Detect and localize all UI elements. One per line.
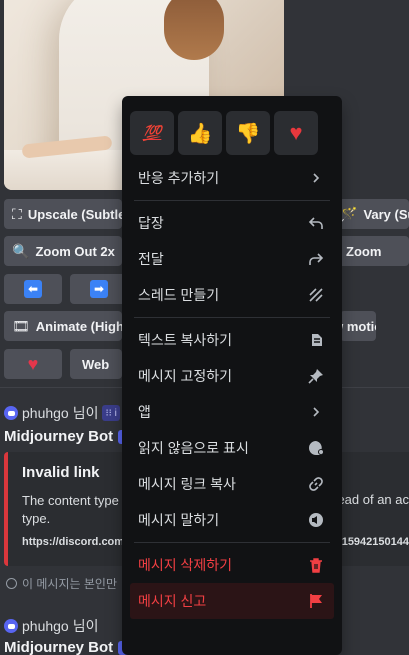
thumbs-up-reaction[interactable]: 👍 [178, 111, 222, 155]
menu-label: 메시지 고정하기 [138, 368, 233, 384]
speaker-bubble-icon [306, 510, 326, 530]
bot-header: Midjourney Bot ✓ [4, 428, 133, 445]
menu-label: 메시지 말하기 [138, 512, 220, 528]
menu-reply[interactable]: 답장 [130, 205, 334, 241]
menu-pin-message[interactable]: 메시지 고정하기 [130, 358, 334, 394]
menu-label: 스레드 만들기 [138, 287, 220, 303]
web-button[interactable]: Web [70, 349, 122, 379]
film-icon: 🎞 [12, 317, 30, 334]
menu-add-reaction[interactable]: 반응 추가하기 [130, 160, 334, 196]
hundred-points-icon: 💯 [142, 125, 162, 142]
bot-name[interactable]: Midjourney Bot [4, 428, 113, 445]
menu-label: 메시지 삭제하기 [138, 557, 233, 573]
reply-arrow-icon [306, 213, 326, 233]
link-icon [306, 474, 326, 494]
embed-title: Invalid link [22, 464, 100, 481]
animate-label: Animate (High motion) [35, 318, 122, 334]
menu-label: 답장 [138, 215, 164, 231]
vary-label: Vary (Subtle) [363, 206, 409, 222]
menu-separator [134, 317, 330, 318]
upscale-subtle-button[interactable]: ⛶ Upscale (Subtle) [4, 199, 122, 229]
vary-subtle-button[interactable]: 🪄 Vary (Subtle) [338, 199, 409, 229]
magnifier-icon: 🔍 [12, 242, 30, 259]
menu-label: 읽지 않음으로 표시 [138, 440, 249, 456]
quick-reactions: 💯 👍 👎 ♥ [130, 96, 334, 160]
forward-arrow-icon [306, 249, 326, 269]
zoom-out-button[interactable]: 🔍 Zoom Out 2x [4, 236, 122, 266]
menu-label: 앱 [138, 404, 151, 420]
chevron-right-icon [306, 402, 326, 422]
bot-header-2: Midjourney Bot ✓ [4, 639, 133, 655]
menu-delete-message[interactable]: 메시지 삭제하기 [130, 547, 334, 583]
red-heart-icon: ♥ [289, 120, 303, 145]
menu-label: 메시지 링크 복사 [138, 476, 236, 492]
upscale-label: Upscale (Subtle) [27, 206, 122, 222]
menu-separator [134, 200, 330, 201]
pan-left-button[interactable]: ⬅ [4, 274, 62, 304]
menu-mark-unread[interactable]: 읽지 않음으로 표시 [130, 430, 334, 466]
heart-icon: ♥ [27, 353, 39, 374]
thumbs-down-reaction[interactable]: 👎 [226, 111, 270, 155]
menu-create-thread[interactable]: 스레드 만들기 [130, 277, 334, 313]
embed-body-right: ead of an ac [337, 492, 409, 507]
eye-icon [6, 578, 17, 589]
trash-icon [306, 555, 326, 575]
magic-wand-icon: 🪄 [340, 205, 358, 222]
chevron-right-icon [306, 168, 326, 188]
animate-high-button[interactable]: 🎞 Animate (High motion) [4, 311, 122, 341]
user-avatar-icon [4, 619, 18, 633]
menu-copy-text[interactable]: 텍스트 복사하기 [130, 322, 334, 358]
embed-link[interactable]: https://discord.com [22, 536, 124, 548]
web-label: Web [82, 356, 110, 372]
menu-speak-message[interactable]: 메시지 말하기 [130, 502, 334, 538]
user-avatar-icon [4, 406, 18, 420]
message-context-menu: 💯 👍 👎 ♥ 반응 추가하기 답장 전달 스레드 만들기 텍스트 복사하기 메… [122, 96, 342, 655]
embed-link-right[interactable]: 315942150144 [336, 536, 409, 548]
bot-name[interactable]: Midjourney Bot [4, 639, 113, 655]
menu-label: 전달 [138, 251, 164, 267]
zoom-out-label: Zoom Out 2x [35, 243, 115, 259]
menu-forward[interactable]: 전달 [130, 241, 334, 277]
red-heart-reaction[interactable]: ♥ [274, 111, 318, 155]
hundred-points-reaction[interactable]: 💯 [130, 111, 174, 155]
expand-icon: ⛶ [12, 205, 22, 222]
menu-report-message[interactable]: 메시지 신고 [130, 583, 334, 619]
app-command-chip: ⁝⁝ i [102, 405, 120, 421]
pan-right-button[interactable]: ➡ [70, 274, 128, 304]
menu-separator [134, 542, 330, 543]
arrow-right-icon: ➡ [90, 280, 108, 298]
action-suffix: 님이 [72, 405, 99, 421]
animate-low-label: Animate (Low motion) [340, 318, 376, 334]
thread-icon [306, 285, 326, 305]
arrow-left-icon: ⬅ [24, 280, 42, 298]
thumbs-up-icon: 👍 [187, 122, 213, 145]
ephemeral-notice: 이 메시지는 본인만 [6, 575, 117, 592]
menu-label: 텍스트 복사하기 [138, 332, 233, 348]
animate-low-button[interactable]: Animate (Low motion) [340, 311, 376, 341]
unread-bubble-icon [306, 438, 326, 458]
username[interactable]: phuhgo [22, 405, 69, 421]
message-reply-context-2: phuhgo 님이 [4, 616, 98, 636]
image-hair [164, 0, 224, 60]
copy-text-icon [306, 330, 326, 350]
menu-label: 메시지 신고 [138, 593, 207, 609]
action-suffix: 님이 [72, 618, 99, 634]
username[interactable]: phuhgo [22, 618, 69, 634]
ephemeral-text: 이 메시지는 본인만 [22, 577, 117, 591]
menu-label: 반응 추가하기 [138, 170, 220, 186]
thumbs-down-icon: 👎 [235, 122, 261, 145]
menu-copy-link[interactable]: 메시지 링크 복사 [130, 466, 334, 502]
pin-icon [306, 366, 326, 386]
message-reply-context: phuhgo 님이 ⁝⁝ i [4, 403, 120, 423]
flag-icon [306, 591, 326, 611]
favorite-button[interactable]: ♥ [4, 349, 62, 379]
menu-apps[interactable]: 앱 [130, 394, 334, 430]
